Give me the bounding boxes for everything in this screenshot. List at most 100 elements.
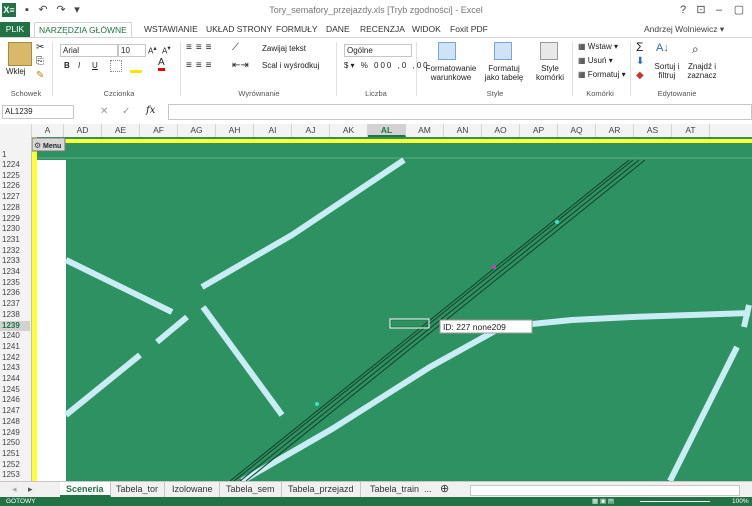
- wrap-text-button[interactable]: Zawijaj tekst: [262, 44, 306, 53]
- column-header[interactable]: AO: [482, 124, 520, 137]
- row-header[interactable]: 1236: [0, 288, 30, 298]
- sort-filter-button[interactable]: Sortuj i filtruj: [650, 62, 684, 80]
- row-header[interactable]: 1229: [0, 214, 30, 224]
- column-header[interactable]: AF: [140, 124, 178, 137]
- restore-icon[interactable]: ▢: [732, 3, 746, 17]
- name-box[interactable]: AL1239: [2, 105, 74, 119]
- row-header[interactable]: 1233: [0, 256, 30, 266]
- find-select-button[interactable]: Znajdź i zaznacz: [684, 62, 720, 80]
- sheet-tab-tabela-train[interactable]: Tabela_train: [364, 482, 425, 497]
- scroll-right-icon[interactable]: ▸: [22, 482, 39, 497]
- number-format-select[interactable]: Ogólne: [344, 44, 412, 57]
- user-account[interactable]: Andrzej Wolniewicz ▾: [640, 22, 728, 37]
- row-header[interactable]: 1224: [0, 160, 30, 170]
- enter-icon[interactable]: ✓: [122, 106, 130, 117]
- underline-button[interactable]: U: [92, 61, 98, 70]
- row-header[interactable]: 1239: [0, 320, 30, 331]
- horizontal-scrollbar[interactable]: [470, 485, 740, 496]
- tab-data[interactable]: DANE: [322, 22, 354, 37]
- column-header[interactable]: AN: [444, 124, 482, 137]
- tab-foxit-pdf[interactable]: Foxit PDF: [446, 22, 492, 37]
- format-as-table-icon[interactable]: [494, 42, 512, 60]
- row-header[interactable]: 1241: [0, 342, 30, 352]
- scroll-left-icon[interactable]: ◂: [6, 482, 23, 497]
- row-header[interactable]: 1226: [0, 181, 30, 191]
- row-header[interactable]: 1235: [0, 278, 30, 288]
- sheet-grid[interactable]: ID: 227 none209 ⚙ Menu: [32, 137, 752, 481]
- format-painter-icon[interactable]: ✎: [36, 70, 44, 81]
- column-header[interactable]: AP: [520, 124, 558, 137]
- signal-marker[interactable]: [315, 402, 319, 406]
- row-header[interactable]: 1238: [0, 310, 30, 320]
- row-header[interactable]: 1237: [0, 299, 30, 309]
- column-header[interactable]: AJ: [292, 124, 330, 137]
- cut-icon[interactable]: ✂: [36, 42, 44, 53]
- help-icon[interactable]: ?: [676, 3, 690, 17]
- sheet-tab-sceneria[interactable]: Sceneria: [60, 482, 111, 497]
- column-header[interactable]: AI: [254, 124, 292, 137]
- column-header[interactable]: AT: [672, 124, 710, 137]
- row-header[interactable]: 1251: [0, 449, 30, 459]
- cell-styles-icon[interactable]: [540, 42, 558, 60]
- sheet-tab-izolowane[interactable]: Izolowane: [166, 482, 220, 497]
- row-header[interactable]: 1243: [0, 363, 30, 373]
- tab-home[interactable]: NARZĘDZIA GŁÓWNE: [34, 22, 132, 37]
- row-header[interactable]: 1231: [0, 235, 30, 245]
- row-header[interactable]: 1225: [0, 171, 30, 181]
- cell-styles-button[interactable]: Style komórki: [530, 64, 570, 82]
- font-size-select[interactable]: 10: [118, 44, 146, 57]
- grow-font-icon[interactable]: A▴: [148, 44, 157, 56]
- sort-filter-icon[interactable]: A↓: [656, 42, 669, 54]
- shrink-font-icon[interactable]: A▾: [162, 44, 171, 56]
- column-header[interactable]: AH: [216, 124, 254, 137]
- fill-color-icon[interactable]: [130, 60, 142, 73]
- row-header[interactable]: 1: [0, 150, 30, 159]
- column-header[interactable]: AK: [330, 124, 368, 137]
- row-header[interactable]: 1246: [0, 395, 30, 405]
- column-header[interactable]: AR: [596, 124, 634, 137]
- borders-icon[interactable]: [110, 60, 122, 72]
- indent-icons[interactable]: ⇤⇥: [232, 60, 249, 71]
- signal-marker[interactable]: [555, 220, 559, 224]
- column-header[interactable]: A: [32, 124, 64, 137]
- row-header[interactable]: 1250: [0, 438, 30, 448]
- column-header[interactable]: AL: [368, 124, 406, 137]
- copy-icon[interactable]: ⎘: [36, 56, 44, 67]
- format-as-table-button[interactable]: Formatuj jako tabelę: [482, 64, 526, 82]
- tab-review[interactable]: RECENZJA: [356, 22, 409, 37]
- column-header[interactable]: AM: [406, 124, 444, 137]
- row-header[interactable]: 1249: [0, 428, 30, 438]
- find-select-icon[interactable]: ⌕: [692, 42, 699, 57]
- row-header[interactable]: 1228: [0, 203, 30, 213]
- tab-insert[interactable]: WSTAWIANIE: [140, 22, 202, 37]
- select-all-corner[interactable]: [0, 124, 32, 137]
- sheet-tab-tabela-przejazd[interactable]: Tabela_przejazd: [282, 482, 361, 497]
- italic-button[interactable]: I: [78, 61, 80, 70]
- clear-icon[interactable]: ◆: [636, 70, 644, 81]
- column-header[interactable]: AQ: [558, 124, 596, 137]
- row-header[interactable]: 1244: [0, 374, 30, 384]
- tab-view[interactable]: WIDOK: [408, 22, 445, 37]
- add-sheet-icon[interactable]: ⊕: [434, 482, 455, 497]
- row-header[interactable]: 1247: [0, 406, 30, 416]
- conditional-formatting-button[interactable]: Formatowanie warunkowe: [420, 64, 482, 82]
- row-header[interactable]: 1248: [0, 417, 30, 427]
- font-color-icon[interactable]: A: [158, 58, 165, 71]
- sheet-tab-tabela-tor[interactable]: Tabela_tor: [110, 482, 166, 497]
- formula-input[interactable]: [168, 104, 752, 120]
- orientation-icon[interactable]: ⟋: [232, 42, 239, 53]
- tab-page-layout[interactable]: UKŁAD STRONY: [202, 22, 276, 37]
- row-header[interactable]: 1227: [0, 192, 30, 202]
- delete-button[interactable]: ▦ Usuń ▾: [578, 56, 613, 65]
- paste-button[interactable]: Wklej: [6, 67, 26, 76]
- row-header[interactable]: 1230: [0, 224, 30, 234]
- row-header[interactable]: 1242: [0, 353, 30, 363]
- minimize-icon[interactable]: –: [712, 3, 726, 17]
- row-header[interactable]: 1234: [0, 267, 30, 277]
- autosum-icon[interactable]: Σ: [636, 40, 643, 54]
- tab-formulas[interactable]: FORMUŁY: [272, 22, 322, 37]
- row-header[interactable]: 1245: [0, 385, 30, 395]
- column-header[interactable]: AG: [178, 124, 216, 137]
- font-name-select[interactable]: Arial: [60, 44, 118, 57]
- row-header[interactable]: 1252: [0, 460, 30, 470]
